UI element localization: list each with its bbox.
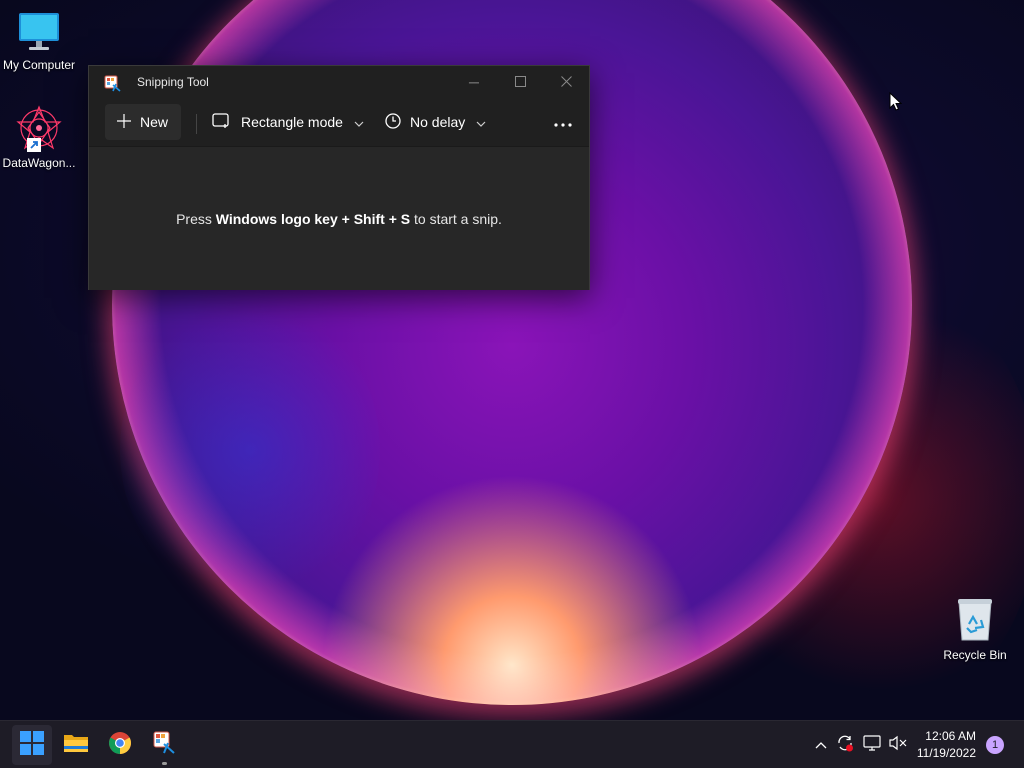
desktop-icon-my-computer[interactable]: My Computer [0,10,78,72]
hint-suffix: to start a snip. [410,211,502,227]
tray-network-button[interactable] [862,734,882,756]
running-indicator [162,762,167,765]
tray-sync-button[interactable] [835,735,855,755]
snipping-tool-app-icon [104,75,122,98]
file-explorer-taskbar-button[interactable] [56,725,96,765]
hint-prefix: Press [176,211,216,227]
snip-mode-label: Rectangle mode [241,114,343,130]
chevron-down-icon [476,114,486,130]
new-snip-label: New [140,114,169,130]
clock-icon [385,112,401,132]
maximize-button[interactable] [505,72,535,92]
clock-date[interactable]: 11/19/2022 [906,746,976,760]
more-options-icon [554,114,572,130]
windows-logo-icon [20,730,44,760]
window-title: Snipping Tool [137,75,209,89]
chrome-icon [108,731,132,760]
snipping-tool-taskbar-button[interactable] [144,725,184,765]
sync-error-icon [836,734,854,757]
snip-canvas-area: Press Windows logo key + Shift + S to st… [89,146,589,290]
snip-toolbar: New Rectangle mode No delay [89,102,589,146]
title-bar[interactable]: Snipping Tool ─ [89,66,589,100]
minimize-button[interactable]: ─ [459,72,489,92]
chevron-up-icon [815,736,827,754]
start-button[interactable] [12,725,52,765]
more-options-button[interactable] [545,104,581,140]
datawagon-shortcut-icon [15,104,63,152]
close-icon [560,74,572,90]
show-hidden-icons-button[interactable] [811,735,831,755]
tray-volume-button[interactable] [888,735,908,755]
maximize-icon [514,74,526,90]
snipping-tool-window[interactable]: Snipping Tool ─ New Rectangle mode No de… [88,65,590,290]
taskbar: 12:06 AM 11/19/2022 1 [0,720,1024,768]
close-button[interactable] [551,72,581,92]
snip-hint-text: Press Windows logo key + Shift + S to st… [89,211,589,227]
toolbar-separator [196,114,197,134]
hint-shortcut: Windows logo key + Shift + S [215,211,411,227]
desktop-icon-label: Recycle Bin [943,648,1007,662]
minimize-icon: ─ [469,74,479,90]
recycle-bin-icon [953,596,997,644]
rectangle-mode-icon [212,112,230,132]
monitor-icon [17,10,61,54]
snip-delay-dropdown[interactable]: No delay [385,104,486,140]
snipping-tool-icon [152,731,176,760]
volume-muted-icon [889,735,907,756]
desktop-icon-recycle-bin[interactable]: Recycle Bin [936,596,1014,662]
snip-mode-dropdown[interactable]: Rectangle mode [212,104,364,140]
chrome-taskbar-button[interactable] [100,725,140,765]
plus-icon [117,113,131,131]
new-snip-button[interactable]: New [105,104,181,140]
notification-badge[interactable]: 1 [986,736,1004,754]
desktop-icon-label: My Computer [2,58,76,72]
network-icon [863,734,881,756]
chevron-down-icon [354,114,364,130]
mouse-cursor-icon [889,91,903,116]
folder-icon [63,732,89,759]
clock-time[interactable]: 12:06 AM [906,729,976,743]
snip-delay-label: No delay [410,114,466,130]
desktop-icon-label: DataWagon... [2,156,76,170]
wallpaper-glow-left [120,300,380,600]
desktop-icon-datawagon[interactable]: DataWagon... [0,104,78,170]
